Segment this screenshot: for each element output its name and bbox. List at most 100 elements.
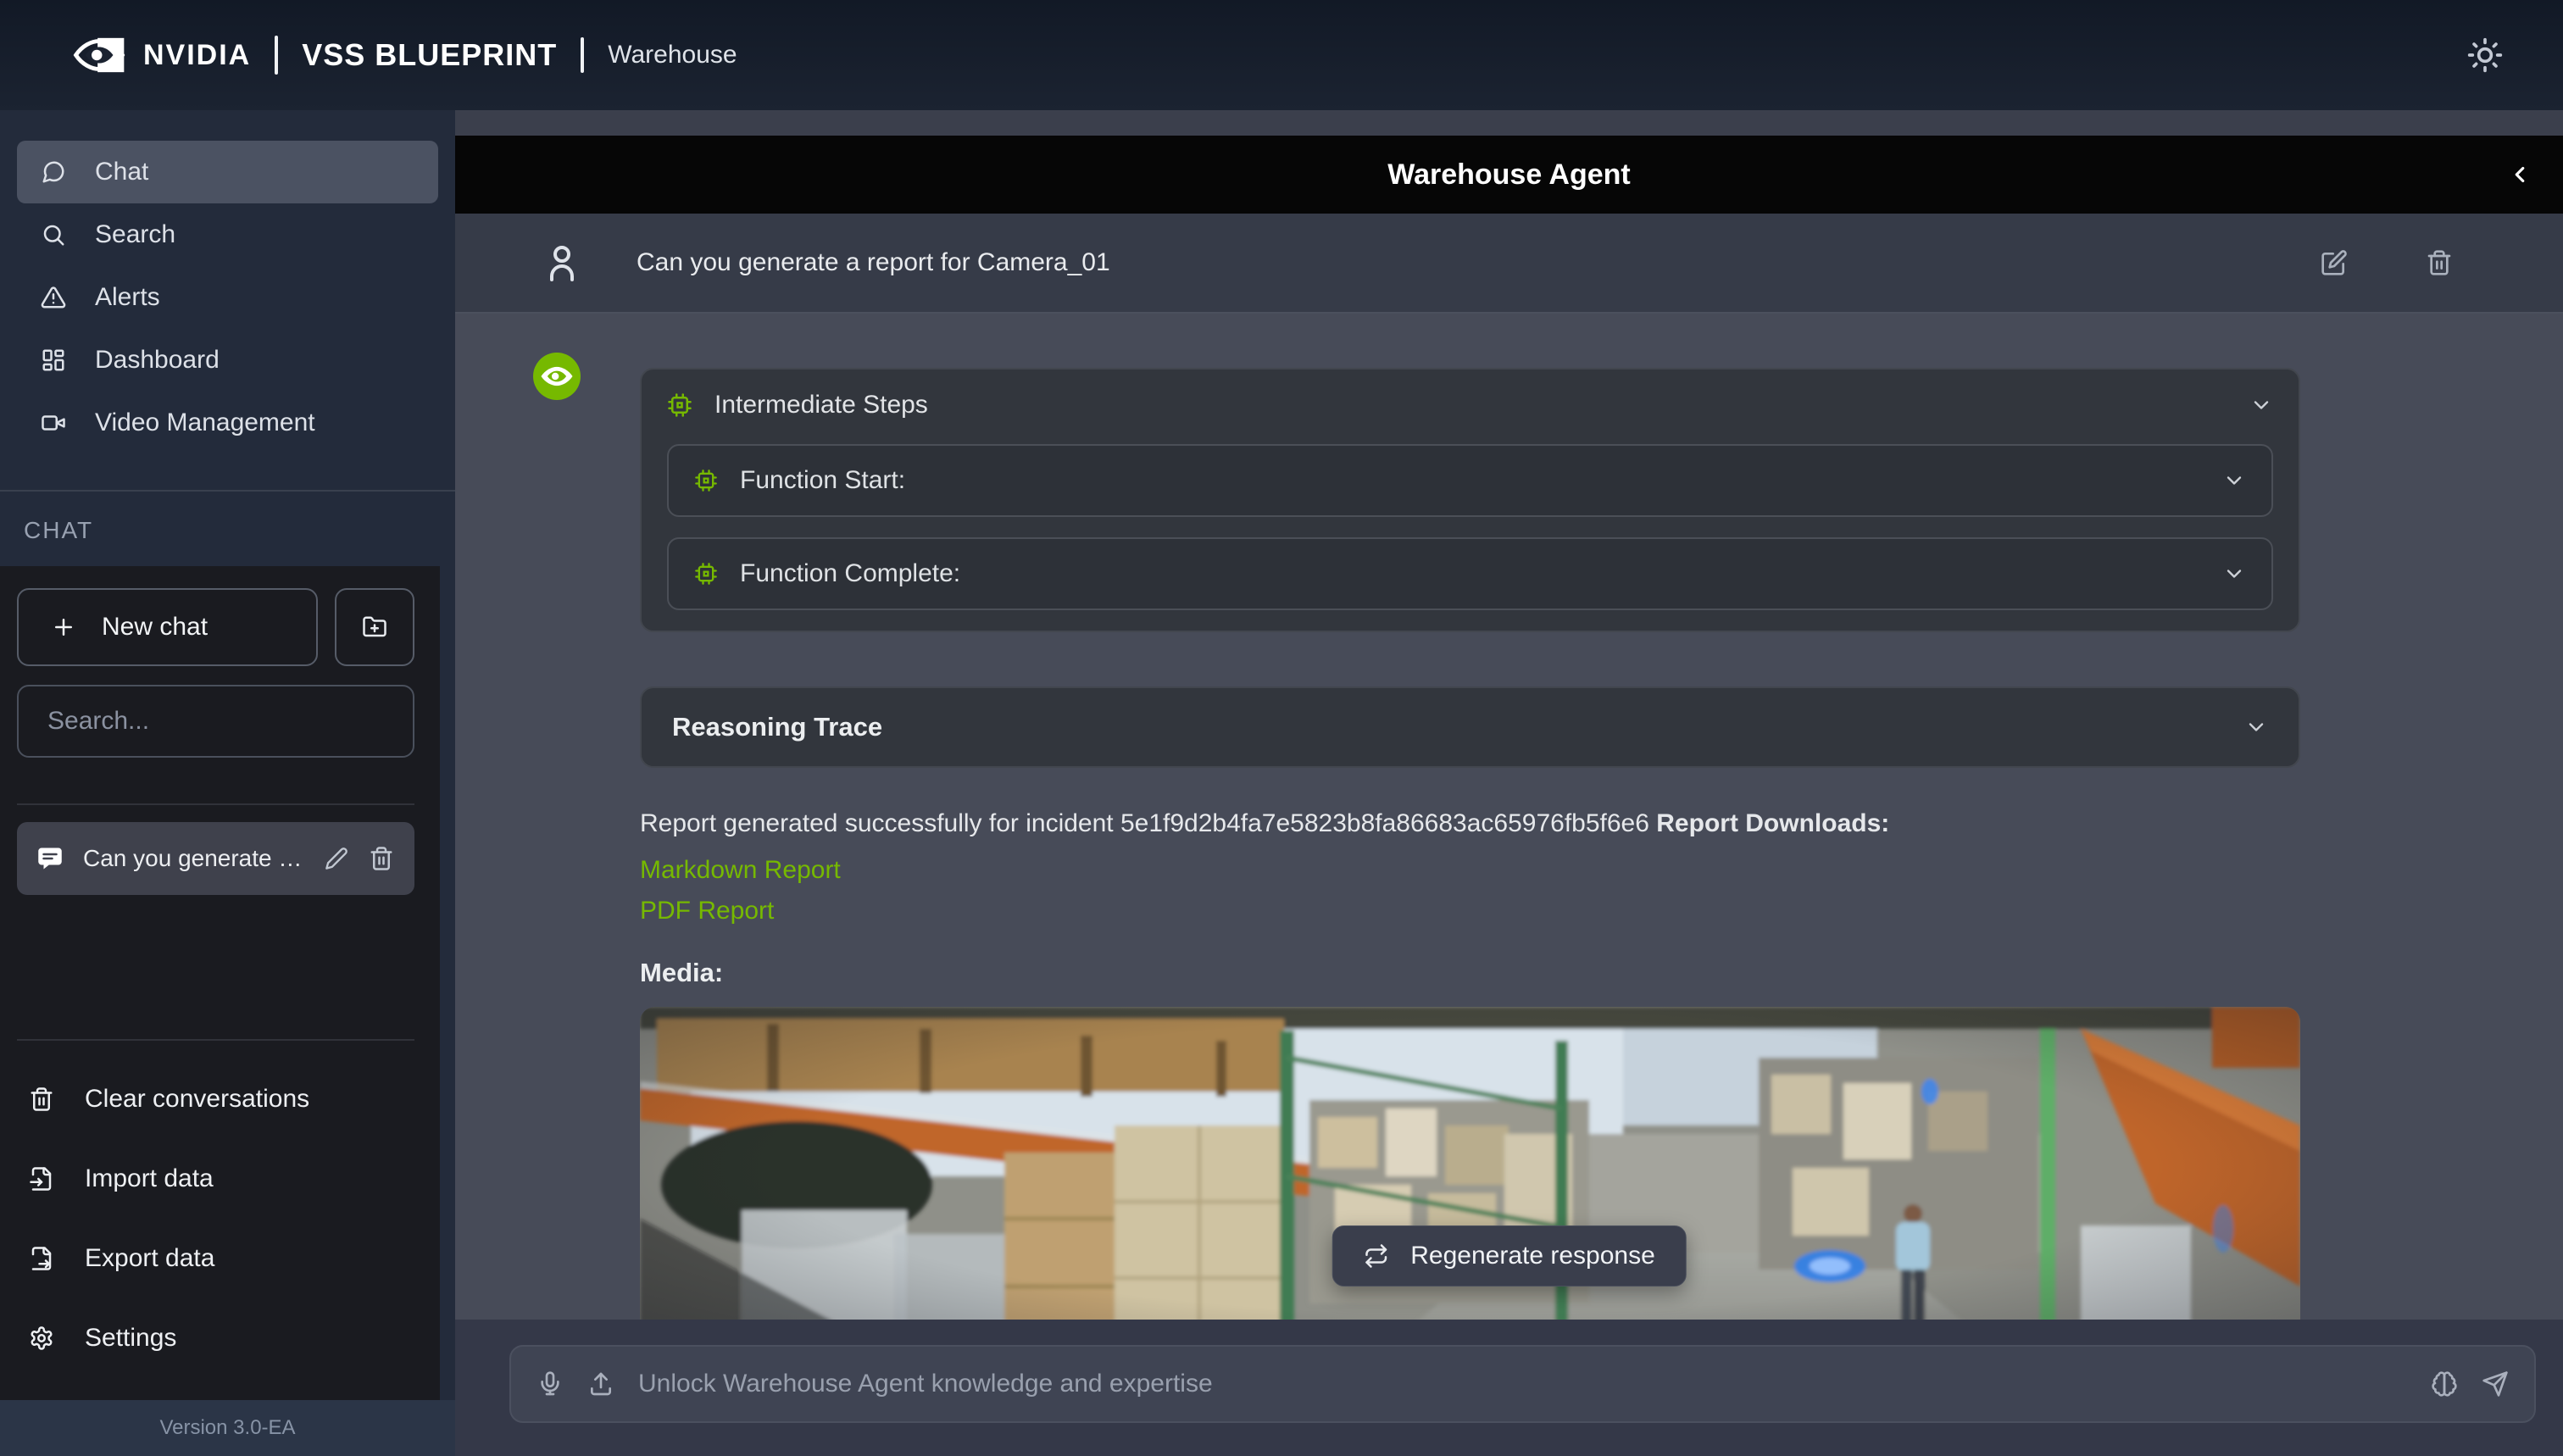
new-folder-button[interactable] bbox=[335, 588, 414, 666]
user-message-row: Can you generate a report for Camera_01 bbox=[455, 214, 2563, 314]
sidebar-nav: Chat Search Alerts Dashboard Video Manag… bbox=[0, 110, 455, 454]
knowledge-brain-button[interactable] bbox=[2431, 1370, 2458, 1398]
clear-conversations-button[interactable]: Clear conversations bbox=[17, 1059, 414, 1139]
export-data-button[interactable]: Export data bbox=[17, 1219, 414, 1298]
trash-icon bbox=[29, 1086, 54, 1112]
file-export-icon bbox=[29, 1246, 54, 1271]
agent-avatar bbox=[533, 353, 581, 400]
function-complete-label: Function Complete: bbox=[740, 559, 2200, 588]
conversation-search-input[interactable] bbox=[17, 685, 414, 758]
delete-conversation-icon[interactable] bbox=[369, 846, 394, 871]
header-separator bbox=[581, 37, 584, 73]
chat-input-bar bbox=[509, 1345, 2536, 1423]
chevron-down-icon[interactable] bbox=[2222, 469, 2246, 492]
chat-section-label: CHAT bbox=[0, 492, 455, 566]
send-button[interactable] bbox=[2482, 1370, 2509, 1398]
settings-button[interactable]: Settings bbox=[17, 1298, 414, 1378]
sidebar: Chat Search Alerts Dashboard Video Manag… bbox=[0, 110, 455, 1456]
cpu-chip-icon bbox=[667, 392, 692, 418]
chevron-down-icon[interactable] bbox=[2249, 393, 2273, 417]
main-panel: Warehouse Agent Can you generate a repor… bbox=[455, 110, 2563, 1456]
chat-message-input[interactable] bbox=[638, 1370, 2407, 1398]
import-data-button[interactable]: Import data bbox=[17, 1139, 414, 1219]
nvidia-eye-icon bbox=[72, 36, 126, 74]
agent-title: Warehouse Agent bbox=[1387, 158, 1631, 192]
nvidia-eye-icon bbox=[539, 364, 575, 389]
reasoning-trace-panel[interactable]: Reasoning Trace bbox=[640, 686, 2300, 768]
function-start-label: Function Start: bbox=[740, 466, 2200, 495]
sidebar-item-search[interactable]: Search bbox=[17, 203, 438, 266]
theme-toggle-button[interactable] bbox=[2466, 36, 2504, 74]
upload-button[interactable] bbox=[587, 1370, 614, 1398]
regenerate-label: Regenerate response bbox=[1410, 1242, 1655, 1270]
reasoning-trace-title: Reasoning Trace bbox=[672, 712, 2244, 742]
chevron-down-icon[interactable] bbox=[2222, 562, 2246, 586]
markdown-report-link[interactable]: Markdown Report bbox=[640, 856, 841, 885]
plus-icon bbox=[51, 614, 76, 640]
footer-item-label: Settings bbox=[85, 1324, 176, 1353]
edit-message-icon[interactable] bbox=[2321, 249, 2348, 276]
rename-conversation-icon[interactable] bbox=[325, 847, 348, 870]
conversation-title: Can you generate a r... bbox=[83, 845, 304, 872]
header-separator bbox=[275, 36, 278, 75]
conversation-list-item[interactable]: Can you generate a r... bbox=[17, 822, 414, 895]
sun-icon bbox=[2466, 36, 2504, 74]
media-label: Media: bbox=[640, 958, 2300, 988]
list-divider bbox=[17, 803, 414, 805]
search-icon bbox=[41, 222, 66, 247]
warehouse-snapshot-image[interactable] bbox=[640, 1007, 2300, 1363]
footer-item-label: Export data bbox=[85, 1244, 214, 1273]
report-status-prefix: Report generated successfully for incide… bbox=[640, 809, 1649, 837]
footer-item-label: Clear conversations bbox=[85, 1085, 309, 1114]
app-header: NVIDIA VSS BLUEPRINT Warehouse bbox=[0, 0, 2563, 110]
regenerate-response-button[interactable]: Regenerate response bbox=[1332, 1225, 1687, 1287]
report-downloads-label: Report Downloads: bbox=[1656, 809, 1889, 837]
version-label: Version 3.0-EA bbox=[0, 1400, 455, 1456]
warehouse-scene bbox=[640, 1007, 2300, 1363]
report-status-text: Report generated successfully for incide… bbox=[640, 805, 2300, 842]
new-chat-button[interactable]: New chat bbox=[17, 588, 318, 666]
app-title: VSS BLUEPRINT bbox=[302, 37, 557, 73]
chat-list-panel: New chat Can you generate a r... Clear c… bbox=[0, 566, 440, 1400]
app-subtitle: Warehouse bbox=[608, 41, 737, 69]
sidebar-item-alerts[interactable]: Alerts bbox=[17, 266, 438, 329]
intermediate-steps-panel: Intermediate Steps Function Start: Funct… bbox=[640, 368, 2300, 632]
sidebar-item-video-management[interactable]: Video Management bbox=[17, 392, 438, 454]
sidebar-footer: Clear conversations Import data Export d… bbox=[17, 1041, 414, 1400]
intermediate-steps-title: Intermediate Steps bbox=[714, 391, 2227, 420]
gear-icon bbox=[29, 1325, 54, 1351]
chat-bubble-icon bbox=[41, 159, 66, 185]
microphone-button[interactable] bbox=[537, 1370, 564, 1398]
nvidia-logo: NVIDIA bbox=[72, 36, 251, 74]
sidebar-item-chat[interactable]: Chat bbox=[17, 141, 438, 203]
cpu-chip-icon bbox=[694, 562, 718, 586]
collapse-panel-icon[interactable] bbox=[2507, 162, 2532, 187]
user-avatar-icon bbox=[542, 242, 582, 283]
chat-input-dock bbox=[455, 1320, 2563, 1456]
sidebar-item-label: Dashboard bbox=[95, 346, 220, 375]
function-start-step[interactable]: Function Start: bbox=[667, 444, 2273, 517]
user-message-text: Can you generate a report for Camera_01 bbox=[637, 248, 2243, 277]
delete-message-icon[interactable] bbox=[2426, 249, 2453, 276]
file-import-icon bbox=[29, 1166, 54, 1192]
folder-plus-icon bbox=[362, 614, 387, 640]
sidebar-item-label: Alerts bbox=[95, 283, 160, 312]
dashboard-grid-icon bbox=[41, 347, 66, 373]
footer-item-label: Import data bbox=[85, 1164, 214, 1193]
alert-triangle-icon bbox=[41, 285, 66, 310]
agent-header-bar: Warehouse Agent bbox=[455, 136, 2563, 214]
video-camera-icon bbox=[41, 410, 66, 436]
sidebar-item-label: Chat bbox=[95, 158, 148, 186]
intermediate-steps-header[interactable]: Intermediate Steps bbox=[667, 386, 2273, 424]
pdf-report-link[interactable]: PDF Report bbox=[640, 897, 774, 925]
repeat-icon bbox=[1363, 1243, 1388, 1269]
nvidia-wordmark: NVIDIA bbox=[143, 39, 251, 72]
sidebar-item-label: Search bbox=[95, 220, 175, 249]
function-complete-step[interactable]: Function Complete: bbox=[667, 537, 2273, 610]
new-chat-label: New chat bbox=[102, 613, 208, 642]
sidebar-item-label: Video Management bbox=[95, 408, 315, 437]
chevron-down-icon[interactable] bbox=[2244, 715, 2268, 739]
cpu-chip-icon bbox=[694, 469, 718, 492]
message-icon bbox=[37, 846, 63, 871]
sidebar-item-dashboard[interactable]: Dashboard bbox=[17, 329, 438, 392]
